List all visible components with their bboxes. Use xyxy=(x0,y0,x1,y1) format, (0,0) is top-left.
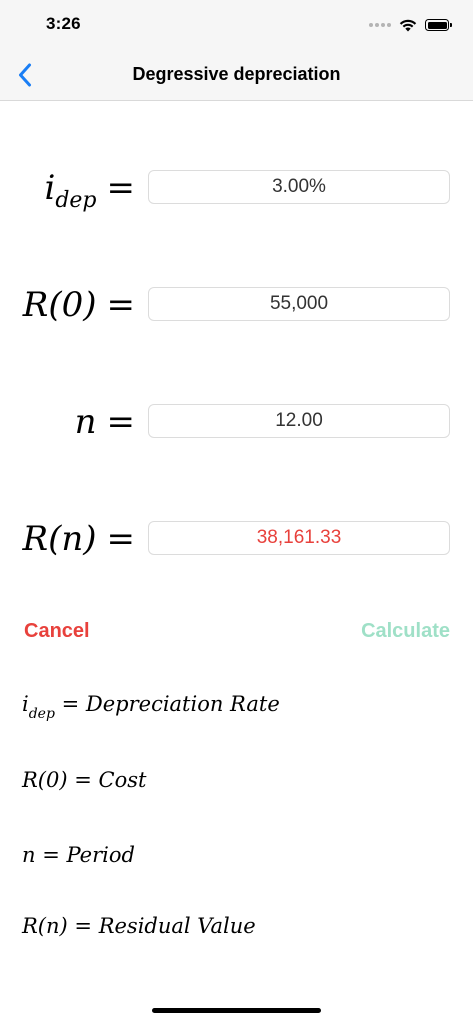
calculate-button[interactable]: Calculate xyxy=(361,620,450,643)
battery-icon xyxy=(425,19,452,31)
residual-value-field: 38,161.33 xyxy=(148,521,450,555)
cost-row: R(0) = 55,000 xyxy=(0,285,473,325)
period-input[interactable]: 12.00 xyxy=(148,404,450,438)
rate-label: i dep = xyxy=(44,168,135,213)
residual-row: R(n) = 38,161.33 xyxy=(0,519,473,559)
legend-cost: R(0) = Cost xyxy=(22,768,147,792)
navigation-bar: Degressive depreciation xyxy=(0,50,473,101)
rate-row: i dep = 3.00% xyxy=(0,168,473,213)
legend-rate: idep = Depreciation Rate xyxy=(22,692,280,722)
period-label: n = xyxy=(74,402,135,442)
cost-input[interactable]: 55,000 xyxy=(148,287,450,321)
rate-input[interactable]: 3.00% xyxy=(148,170,450,204)
legend-residual: R(n) = Residual Value xyxy=(22,914,256,938)
cancel-button[interactable]: Cancel xyxy=(24,620,90,643)
home-indicator[interactable] xyxy=(152,1008,321,1013)
wifi-icon xyxy=(399,19,417,31)
residual-label: R(n) = xyxy=(22,519,135,559)
status-time: 3:26 xyxy=(46,14,81,33)
signal-icon xyxy=(369,23,391,27)
status-icons xyxy=(369,16,452,34)
status-bar: 3:26 xyxy=(0,0,473,50)
cost-label: R(0) = xyxy=(22,285,135,325)
period-row: n = 12.00 xyxy=(0,402,473,442)
page-title: Degressive depreciation xyxy=(132,64,341,84)
legend-period: n = Period xyxy=(22,843,135,867)
